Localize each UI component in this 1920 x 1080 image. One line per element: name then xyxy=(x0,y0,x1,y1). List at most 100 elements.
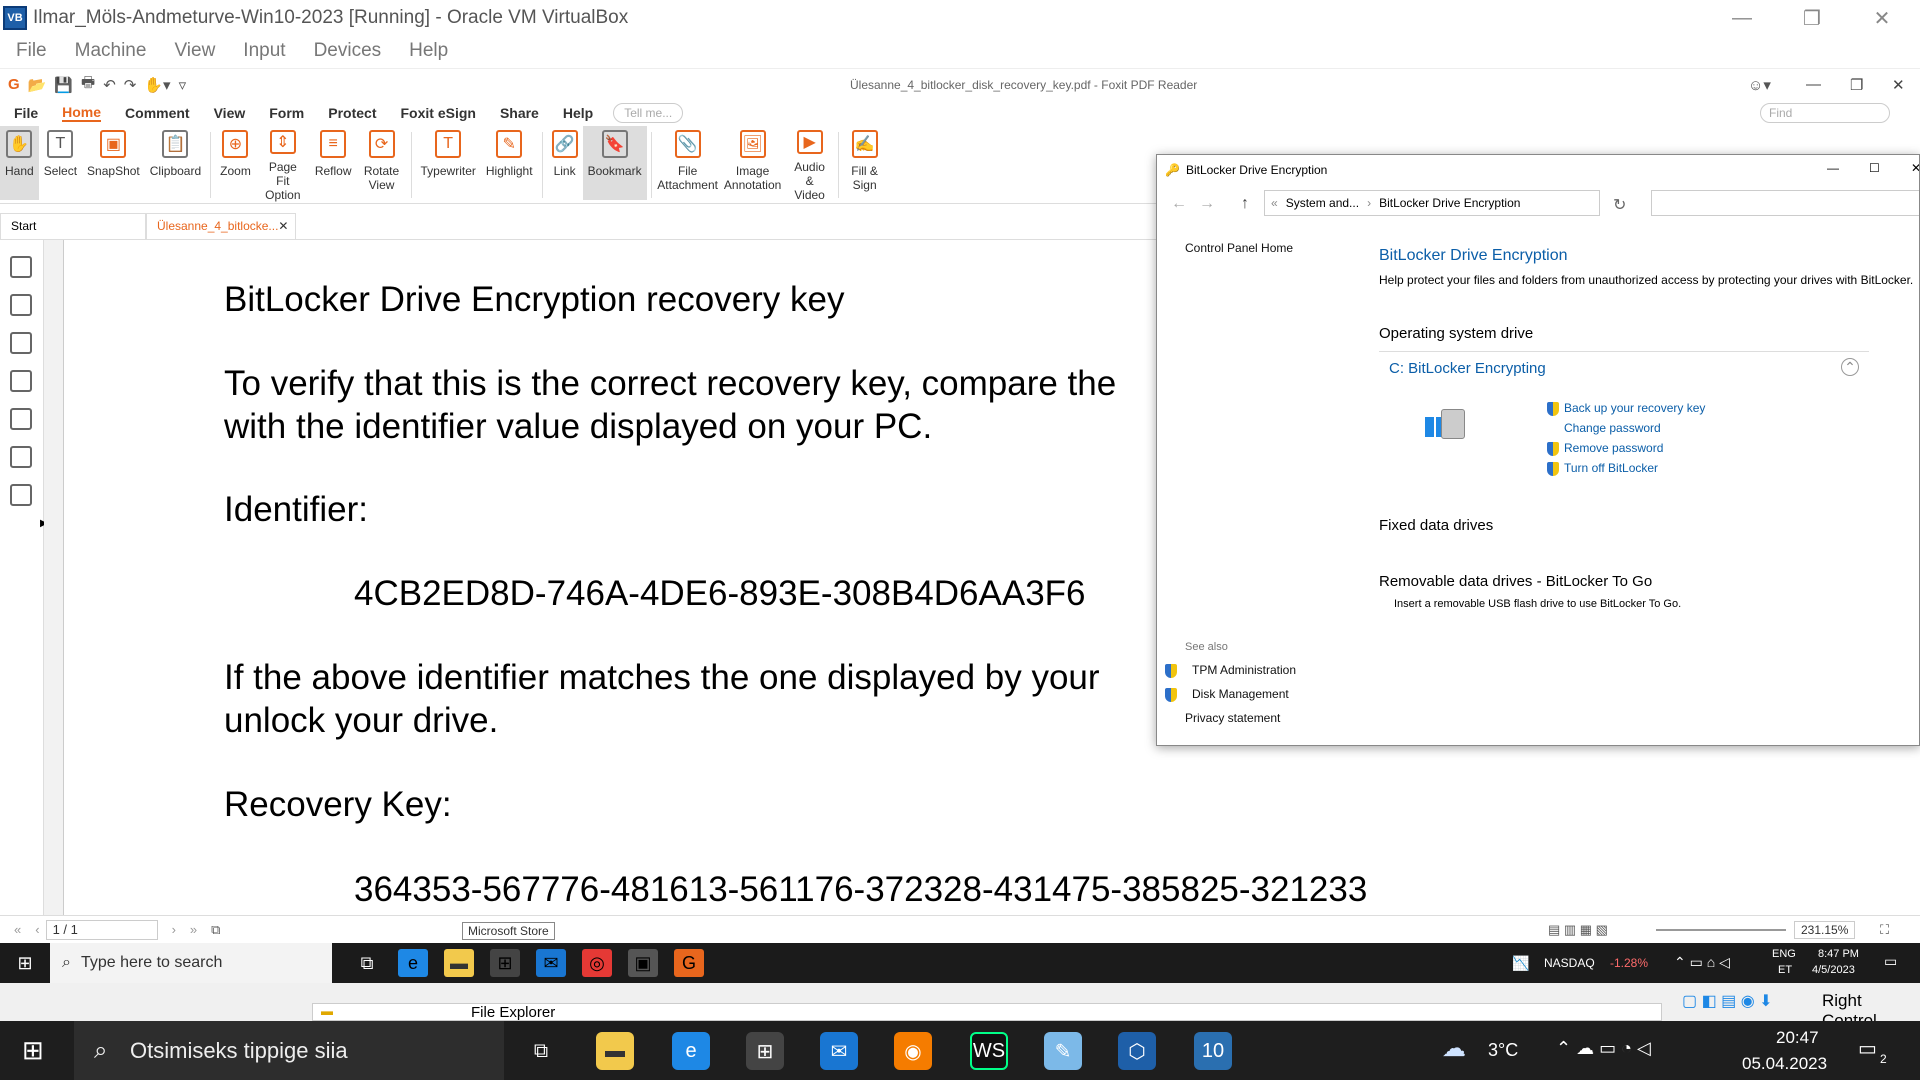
expand-panel-icon[interactable]: ▶ xyxy=(40,518,48,529)
forward-icon[interactable]: → xyxy=(1199,195,1215,213)
host-webstorm-icon[interactable]: WS xyxy=(970,1032,1008,1070)
foxit-minimize[interactable]: — xyxy=(1806,76,1821,93)
clipboard-button[interactable]: 📋 Clipboard xyxy=(145,126,206,200)
attachments-panel-icon[interactable] xyxy=(10,408,32,430)
select-button[interactable]: T Select xyxy=(39,126,82,200)
tab-share[interactable]: Share xyxy=(500,105,539,121)
change-password-link[interactable]: Change password xyxy=(1564,421,1661,435)
customize-icon[interactable]: ▿ xyxy=(179,76,187,94)
tab-file[interactable]: File xyxy=(14,105,38,121)
foxit-restore[interactable]: ❐ xyxy=(1850,76,1863,94)
file-attachment-button[interactable]: 📎 File Attachment xyxy=(656,126,720,200)
print-icon[interactable]: 🖶 xyxy=(81,72,95,97)
search-input[interactable] xyxy=(1651,190,1919,216)
snapshot-button[interactable]: ▣ SnapShot xyxy=(82,126,145,200)
host-tray-icons[interactable]: ⌃ ☁ ▭ ◔ ◁ xyxy=(1556,1038,1651,1059)
file-explorer-icon[interactable]: ▬ xyxy=(444,949,474,977)
bl-close[interactable]: ✕ xyxy=(1911,161,1919,175)
audio-video-button[interactable]: ▶ Audio & Video xyxy=(786,126,834,202)
host-firefox-icon[interactable]: ◉ xyxy=(894,1032,932,1070)
first-page-icon[interactable]: « xyxy=(14,922,21,937)
bitlocker-task-icon[interactable]: ▣ xyxy=(628,949,658,977)
layers-panel-icon[interactable] xyxy=(10,370,32,392)
host-time[interactable]: 20:47 xyxy=(1776,1028,1819,1048)
next-page-icon[interactable]: › xyxy=(172,922,176,937)
guest-date[interactable]: 4/5/2023 xyxy=(1812,964,1855,976)
host-vm-icon[interactable]: 10 xyxy=(1194,1032,1232,1070)
host-search-box[interactable]: ⌕ Otsimiseks tippige siia xyxy=(74,1021,504,1080)
tell-me-input[interactable]: Tell me... xyxy=(613,103,684,123)
vbox-status-icons[interactable]: ▢ ◧ ▤ ◉ ⬇ xyxy=(1682,991,1773,1011)
hand-tool-icon[interactable]: ✋▾ xyxy=(144,76,170,94)
up-icon[interactable]: ↑ xyxy=(1241,195,1249,213)
breadcrumb-bitlocker[interactable]: BitLocker Drive Encryption xyxy=(1379,196,1520,210)
single-page-icon[interactable]: ⧉ xyxy=(211,922,220,938)
bookmark-button[interactable]: 🔖 Bookmark xyxy=(582,126,647,200)
host-task-view-icon[interactable]: ⧉ xyxy=(522,1032,560,1070)
tab-home[interactable]: Home xyxy=(62,104,102,122)
edge-icon[interactable]: e xyxy=(398,949,428,977)
menu-help[interactable]: Help xyxy=(409,40,448,62)
host-notes-icon[interactable]: ✎ xyxy=(1044,1032,1082,1070)
tab-help[interactable]: Help xyxy=(563,105,593,121)
bl-maximize[interactable]: ☐ xyxy=(1869,161,1880,175)
menu-machine[interactable]: Machine xyxy=(75,40,147,62)
find-input[interactable]: Find xyxy=(1760,103,1890,123)
signatures-panel-icon[interactable] xyxy=(10,484,32,506)
pages-panel-icon[interactable] xyxy=(10,294,32,316)
host-start-icon[interactable]: ⊞ xyxy=(22,1035,44,1066)
open-icon[interactable]: 📂 xyxy=(28,76,47,94)
address-bar[interactable]: « System and... › BitLocker Drive Encryp… xyxy=(1264,190,1600,216)
minimize-button[interactable]: — xyxy=(1712,0,1772,36)
last-page-icon[interactable]: » xyxy=(190,922,197,937)
highlight-button[interactable]: ✎ Highlight xyxy=(481,126,538,200)
refresh-icon[interactable]: ↻ xyxy=(1613,195,1626,215)
host-mail-icon[interactable]: ✉ xyxy=(820,1032,858,1070)
notifications-icon[interactable]: ▭ xyxy=(1884,953,1897,970)
file-explorer-window[interactable]: ▬ File Explorer xyxy=(312,1003,1662,1021)
view-mode-icons[interactable]: ▤ ▥ ▦ ▧ xyxy=(1548,922,1608,938)
tab-protect[interactable]: Protect xyxy=(328,105,376,121)
host-date[interactable]: 05.04.2023 xyxy=(1742,1054,1827,1074)
foxit-close[interactable]: ✕ xyxy=(1892,76,1905,94)
zoom-slider[interactable] xyxy=(1656,929,1786,931)
security-panel-icon[interactable] xyxy=(10,446,32,468)
mail-icon[interactable]: ✉ xyxy=(536,949,566,977)
tray-icons[interactable]: ⌃ ▭ ⌂ ◁ xyxy=(1674,954,1730,971)
fill-sign-button[interactable]: ✍ Fill & Sign xyxy=(843,126,887,200)
host-edge-icon[interactable]: e xyxy=(672,1032,710,1070)
tab-document[interactable]: Ülesanne_4_bitlocke... ✕ xyxy=(146,213,296,239)
page-number-input[interactable]: 1 / 1 xyxy=(45,919,158,940)
lang-primary[interactable]: ENG xyxy=(1772,948,1796,960)
fullscreen-icon[interactable]: ⛶ xyxy=(1880,922,1889,938)
typewriter-button[interactable]: T Typewriter xyxy=(416,126,481,200)
prev-page-icon[interactable]: ‹ xyxy=(35,922,39,937)
account-icon[interactable]: ☺▾ xyxy=(1748,76,1771,94)
host-file-explorer-icon[interactable]: ▬ xyxy=(596,1032,634,1070)
restore-button[interactable]: ❐ xyxy=(1782,0,1842,36)
tab-form[interactable]: Form xyxy=(269,105,304,121)
menu-input[interactable]: Input xyxy=(243,40,285,62)
tpm-administration-link[interactable]: TPM Administration xyxy=(1165,663,1296,678)
control-panel-home-link[interactable]: Control Panel Home xyxy=(1185,241,1293,255)
comments-panel-icon[interactable] xyxy=(10,332,32,354)
panel-scrollbar[interactable] xyxy=(44,240,64,915)
zoom-button[interactable]: ⊕ Zoom xyxy=(215,126,256,200)
foxit-task-icon[interactable]: G xyxy=(674,949,704,977)
menu-file[interactable]: File xyxy=(16,40,47,62)
task-view-icon[interactable]: ⧉ xyxy=(352,949,382,977)
host-weather[interactable]: 3°C xyxy=(1488,1040,1518,1061)
collapse-icon[interactable]: ⌃ xyxy=(1841,358,1859,376)
image-annotation-button[interactable]: 🖼 Image Annotation xyxy=(720,126,786,200)
redo-icon[interactable]: ↷ xyxy=(124,76,137,94)
nasdaq-label[interactable]: NASDAQ xyxy=(1544,956,1595,970)
chrome-icon[interactable]: ◎ xyxy=(582,949,612,977)
save-icon[interactable]: 💾 xyxy=(54,76,73,94)
lang-secondary[interactable]: ET xyxy=(1778,964,1792,976)
c-drive-item[interactable]: C: BitLocker Encrypting xyxy=(1389,360,1546,377)
rotate-view-button[interactable]: ⟳ Rotate View xyxy=(357,126,407,200)
privacy-statement-link[interactable]: Privacy statement xyxy=(1185,711,1280,725)
back-icon[interactable]: ← xyxy=(1171,195,1187,213)
guest-time[interactable]: 8:47 PM xyxy=(1818,948,1859,960)
breadcrumb-system[interactable]: System and... xyxy=(1286,196,1359,210)
